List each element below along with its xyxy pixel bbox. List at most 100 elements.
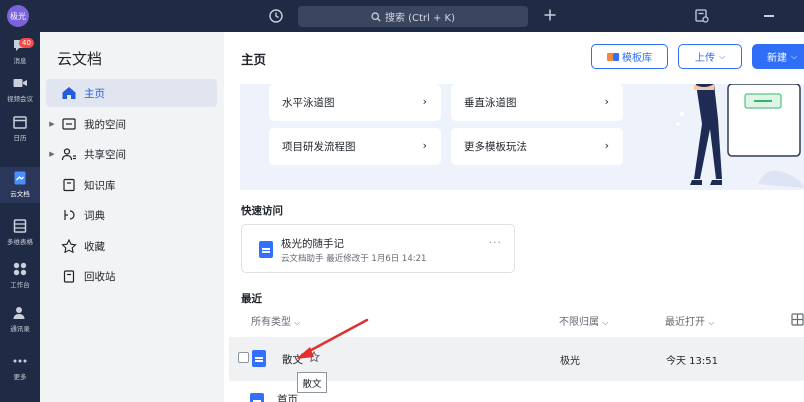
chevron-down-icon: ⌵	[708, 318, 715, 327]
plus-icon[interactable]	[542, 7, 558, 23]
upload-button[interactable]: 上传 ⌵	[678, 44, 742, 69]
rail-item-docs[interactable]: 云文档	[0, 167, 40, 203]
template-card-label: 垂直泳道图	[464, 97, 517, 109]
sidebar-item-label: 共享空间	[84, 148, 126, 161]
template-icon	[607, 52, 619, 61]
chevron-right-icon: ›	[604, 95, 609, 108]
calendar-icon	[13, 116, 27, 129]
screen-icon[interactable]	[694, 8, 710, 24]
name-tooltip: 散文	[297, 372, 327, 393]
rail-item-more[interactable]: 更多	[0, 350, 40, 386]
search-input[interactable]: 搜索 (Ctrl + K)	[298, 6, 528, 27]
page-title: 主页	[241, 52, 267, 67]
grid-icon	[13, 262, 27, 276]
rail-label: 多维表格	[7, 238, 33, 246]
template-library-label: 模板库	[622, 53, 652, 64]
template-card[interactable]: 项目研发流程图 ›	[269, 128, 441, 165]
sidebar-item-my-space[interactable]: ▶ 我的空间	[46, 110, 217, 138]
sidebar-item-shared-space[interactable]: ▶ 共享空间	[46, 140, 217, 168]
rail-item-messages[interactable]: 消息 40	[0, 34, 40, 70]
rail-item-workplace[interactable]: 工作台	[0, 258, 40, 294]
sidebar-item-label: 主页	[84, 87, 105, 100]
sidebar-item-dictionary[interactable]: 词典	[46, 201, 217, 229]
search-placeholder: 搜索 (Ctrl + K)	[384, 13, 456, 24]
table-icon	[13, 219, 27, 233]
chevron-down-icon: ⌵	[602, 318, 609, 327]
sidebar-item-label: 词典	[84, 209, 105, 222]
row-owner: 极光	[560, 356, 580, 367]
rail-label: 视频会议	[7, 95, 33, 103]
template-card-label: 更多模板玩法	[464, 141, 527, 153]
template-card[interactable]: 更多模板玩法 ›	[451, 128, 623, 165]
owner-filter-label: 不限归属	[559, 317, 599, 328]
wiki-icon	[63, 178, 75, 192]
folder-icon	[62, 118, 76, 130]
row-doc-name[interactable]: 首页	[277, 392, 298, 402]
doc-icon	[252, 350, 266, 367]
template-card[interactable]: 水平泳道图 ›	[269, 84, 441, 121]
chevron-right-icon: ›	[604, 139, 609, 152]
template-card[interactable]: 垂直泳道图 ›	[451, 84, 623, 121]
chevron-right-icon: ›	[422, 95, 427, 108]
minimize-icon[interactable]	[764, 15, 774, 17]
sidebar-item-label: 收藏	[84, 240, 105, 253]
more-icon	[13, 359, 27, 363]
template-library-button[interactable]: 模板库	[591, 44, 668, 69]
docs-icon	[14, 171, 26, 185]
doc-icon	[250, 393, 264, 402]
opened-sort-dropdown[interactable]: 最近打开 ⌵	[665, 313, 714, 328]
search-icon	[371, 11, 381, 22]
template-card-label: 项目研发流程图	[282, 141, 356, 153]
new-button[interactable]: 新建 ⌵	[752, 44, 804, 69]
quick-access-card[interactable]: 极光的随手记 云文档助手 最近修改于 1月6日 14:21 ···	[241, 224, 515, 273]
quick-access-doc-title: 极光的随手记	[281, 238, 344, 250]
star-icon	[61, 239, 77, 253]
quick-access-heading: 快速访问	[241, 205, 283, 217]
banner-illustration	[676, 84, 804, 188]
rail-item-calendar[interactable]: 日历	[0, 111, 40, 147]
upload-label: 上传	[694, 53, 715, 64]
docs-sidebar: 云文档 主页 ▶ 我的空间 ▶ 共享空间 知识库 词典 收藏 回收站	[40, 32, 224, 402]
owner-filter-dropdown[interactable]: 不限归属 ⌵	[559, 313, 608, 328]
sidebar-item-home[interactable]: 主页	[46, 79, 217, 107]
opened-sort-label: 最近打开	[665, 317, 705, 328]
recent-heading: 最近	[241, 293, 262, 305]
dictionary-icon	[64, 210, 75, 220]
sidebar-title: 云文档	[57, 50, 103, 68]
annotation-arrow	[296, 318, 369, 359]
row-checkbox[interactable]	[238, 352, 249, 363]
main-content: 主页 模板库 上传 ⌵ 新建 ⌵ 水平泳道图 › 垂直泳道图 › 项目研发流程图…	[224, 32, 804, 402]
rail-label: 更多	[13, 373, 27, 381]
more-options-icon[interactable]: ···	[489, 236, 503, 249]
template-card-label: 水平泳道图	[282, 97, 335, 109]
history-icon[interactable]	[268, 8, 284, 24]
sidebar-item-wiki[interactable]: 知识库	[46, 171, 217, 199]
chevron-down-icon: ⌵	[718, 51, 726, 61]
contacts-icon	[13, 307, 25, 319]
rail-item-meeting[interactable]: 视频会议	[0, 72, 40, 108]
rail-item-bitable[interactable]: 多维表格	[0, 215, 40, 251]
grid-view-icon[interactable]	[791, 313, 804, 326]
rail-item-contacts[interactable]: 通讯录	[0, 302, 40, 338]
expand-caret-icon[interactable]: ▶	[46, 150, 58, 158]
top-bar: 极光 搜索 (Ctrl + K)	[0, 0, 804, 32]
new-label: 新建	[766, 53, 787, 64]
chevron-right-icon: ›	[422, 139, 427, 152]
home-icon	[62, 87, 76, 99]
shared-users-icon	[61, 148, 76, 161]
doc-icon	[259, 241, 273, 258]
template-banner: 水平泳道图 › 垂直泳道图 › 项目研发流程图 › 更多模板玩法 ›	[240, 84, 804, 190]
rail-label: 工作台	[10, 281, 30, 289]
sidebar-item-favorites[interactable]: 收藏	[46, 232, 217, 260]
row-last-opened: 今天 13:51	[666, 356, 718, 367]
sidebar-item-label: 我的空间	[84, 118, 126, 131]
sidebar-item-trash[interactable]: 回收站	[46, 262, 217, 290]
rail-label: 消息	[13, 57, 27, 65]
app-rail: 消息 40 视频会议 日历 云文档 多维表格 工作台 通讯录 更多	[0, 32, 40, 402]
rail-label: 云文档	[10, 190, 30, 198]
rail-label: 日历	[13, 134, 27, 142]
expand-caret-icon[interactable]: ▶	[46, 120, 58, 128]
unread-badge: 40	[19, 38, 34, 48]
trash-icon	[63, 270, 75, 283]
user-avatar[interactable]: 极光	[7, 5, 29, 27]
